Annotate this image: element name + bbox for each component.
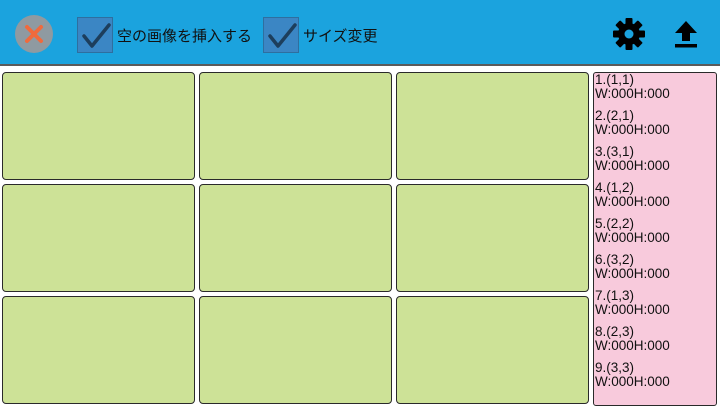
close-circle-icon: [16, 16, 52, 52]
image-cell-2-3[interactable]: [199, 296, 392, 404]
image-cell-3-2[interactable]: [396, 184, 589, 292]
cell-size-label: W:000H:000: [595, 86, 670, 101]
toolbar: 空の画像を挿入する サイズ変更: [0, 0, 720, 66]
cell-size-label: W:000H:000: [595, 338, 670, 353]
image-grid: [2, 72, 591, 406]
cell-size-label: W:000H:000: [595, 158, 670, 173]
settings-button[interactable]: [612, 17, 646, 51]
resize-option: サイズ変更: [263, 15, 378, 55]
insert-empty-image-option: 空の画像を挿入する: [77, 15, 252, 55]
image-cell-2-2[interactable]: [199, 184, 392, 292]
cell-size-label: W:000H:000: [595, 266, 670, 281]
resize-checkbox[interactable]: [263, 17, 299, 53]
cell-position-label: 6.(3,2): [595, 252, 635, 267]
insert-empty-image-checkbox[interactable]: [77, 17, 113, 53]
upload-icon: [675, 21, 697, 48]
cell-size-label: W:000H:000: [595, 302, 670, 317]
cell-size-label: W:000H:000: [595, 230, 670, 245]
image-cell-1-2[interactable]: [2, 184, 195, 292]
cell-position-label: 2.(2,1): [595, 108, 635, 123]
cell-info-item: 2.(2,1) W:000H:000: [594, 109, 716, 145]
cell-info-item: 8.(2,3) W:000H:000: [594, 325, 716, 361]
image-cell-1-3[interactable]: [2, 296, 195, 404]
cell-size-label: W:000H:000: [595, 374, 670, 389]
cell-position-label: 9.(3,3): [595, 360, 635, 375]
cell-position-label: 5.(2,2): [595, 216, 635, 231]
cell-position-label: 7.(1,3): [595, 288, 635, 303]
close-button[interactable]: [15, 15, 53, 53]
cell-position-label: 1.(1,1): [595, 72, 635, 87]
cell-position-label: 8.(2,3): [595, 324, 635, 339]
image-cell-1-1[interactable]: [2, 72, 195, 180]
insert-empty-image-label: 空の画像を挿入する: [117, 26, 253, 45]
cell-info-item: 7.(1,3) W:000H:000: [594, 289, 716, 325]
image-cell-3-1[interactable]: [396, 72, 589, 180]
cell-info-item: 3.(3,1) W:000H:000: [594, 145, 716, 181]
cell-info-item: 6.(3,2) W:000H:000: [594, 253, 716, 289]
cell-info-item: 9.(3,3) W:000H:000: [594, 361, 716, 397]
cell-position-label: 3.(3,1): [595, 144, 635, 159]
cell-info-panel: 1.(1,1) W:000H:000 2.(2,1) W:000H:000 3.(3,1…: [593, 72, 717, 406]
cell-position-label: 4.(1,2): [595, 180, 635, 195]
upload-button[interactable]: [670, 18, 702, 50]
resize-label: サイズ変更: [303, 26, 378, 45]
cell-info-item: 4.(1,2) W:000H:000: [594, 181, 716, 217]
image-cell-2-1[interactable]: [199, 72, 392, 180]
cell-size-label: W:000H:000: [595, 194, 670, 209]
gear-icon: [613, 18, 645, 50]
image-cell-3-3[interactable]: [396, 296, 589, 404]
cell-size-label: W:000H:000: [595, 122, 670, 137]
cell-info-item: 5.(2,2) W:000H:000: [594, 217, 716, 253]
cell-info-item: 1.(1,1) W:000H:000: [594, 73, 716, 109]
checkmark-icon: [82, 23, 111, 48]
checkmark-icon: [268, 23, 297, 48]
